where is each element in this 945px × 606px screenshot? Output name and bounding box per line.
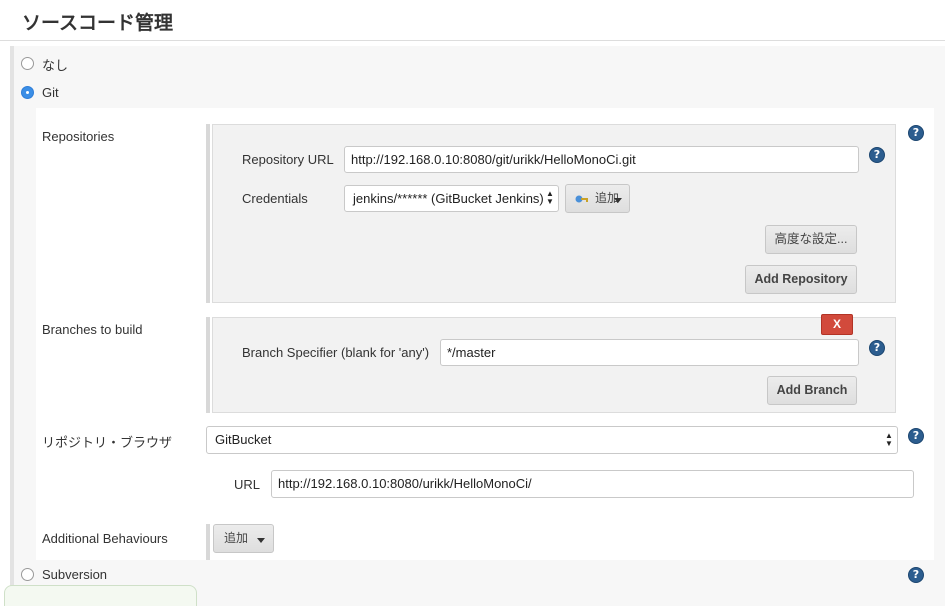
radio-none[interactable] (21, 57, 34, 70)
advanced-button[interactable]: 高度な設定... (765, 225, 857, 254)
bottom-panel-tab (4, 585, 197, 606)
branch-specifier-input[interactable]: */master (440, 339, 859, 366)
repo-url-help-icon[interactable]: ? (869, 147, 885, 163)
delete-branch-button[interactable]: X (821, 314, 853, 335)
repo-browser-select-value: GitBucket (215, 432, 272, 447)
radio-subversion[interactable] (21, 568, 34, 581)
credentials-select[interactable]: jenkins/****** (GitBucket Jenkins) ▲ ▼ (344, 185, 559, 212)
radio-none-label[interactable]: なし (42, 55, 68, 74)
repositories-label: Repositories (42, 129, 115, 144)
additional-box-bar (206, 524, 210, 560)
browser-url-label: URL (234, 477, 261, 492)
add-behaviour-label: 追加 (224, 531, 249, 545)
add-behaviour-button[interactable]: 追加 (213, 524, 274, 553)
branch-specifier-label: Branch Specifier (blank for 'any') (242, 345, 430, 360)
repo-url-input[interactable]: http://192.168.0.10:8080/git/urikk/Hello… (344, 146, 859, 173)
credentials-label: Credentials (242, 191, 308, 206)
select-arrows-icon: ▲ ▼ (885, 431, 893, 448)
scm-panel-bar (10, 46, 14, 606)
radio-git-label[interactable]: Git (42, 85, 59, 100)
repositories-box-bar (206, 124, 210, 303)
dropdown-caret-icon (614, 198, 622, 203)
title-divider (0, 40, 945, 41)
add-credentials-button[interactable]: 追加 (565, 184, 630, 213)
key-icon (575, 195, 588, 203)
credentials-select-value: jenkins/****** (GitBucket Jenkins) (353, 191, 544, 206)
select-arrows-icon: ▲ ▼ (546, 189, 554, 206)
radio-git[interactable] (21, 86, 34, 99)
section-title: ソースコード管理 (22, 12, 174, 34)
repo-browser-select[interactable]: GitBucket ▲ ▼ (206, 426, 898, 454)
add-repository-button[interactable]: Add Repository (745, 265, 857, 294)
repo-browser-label: リポジトリ・ブラウザ (42, 435, 173, 450)
repositories-help-icon[interactable]: ? (908, 125, 924, 141)
add-branch-button[interactable]: Add Branch (767, 376, 857, 405)
repo-browser-help-icon[interactable]: ? (908, 428, 924, 444)
branches-box-bar (206, 317, 210, 413)
dropdown-caret-icon (257, 538, 265, 543)
browser-url-input[interactable]: http://192.168.0.10:8080/urikk/HelloMono… (271, 470, 914, 498)
additional-behaviours-label: Additional Behaviours (42, 531, 168, 546)
branches-label: Branches to build (42, 322, 143, 337)
subversion-help-icon[interactable]: ? (908, 567, 924, 583)
branch-specifier-help-icon[interactable]: ? (869, 340, 885, 356)
radio-subversion-label[interactable]: Subversion (42, 567, 107, 582)
repo-url-label: Repository URL (242, 152, 334, 167)
